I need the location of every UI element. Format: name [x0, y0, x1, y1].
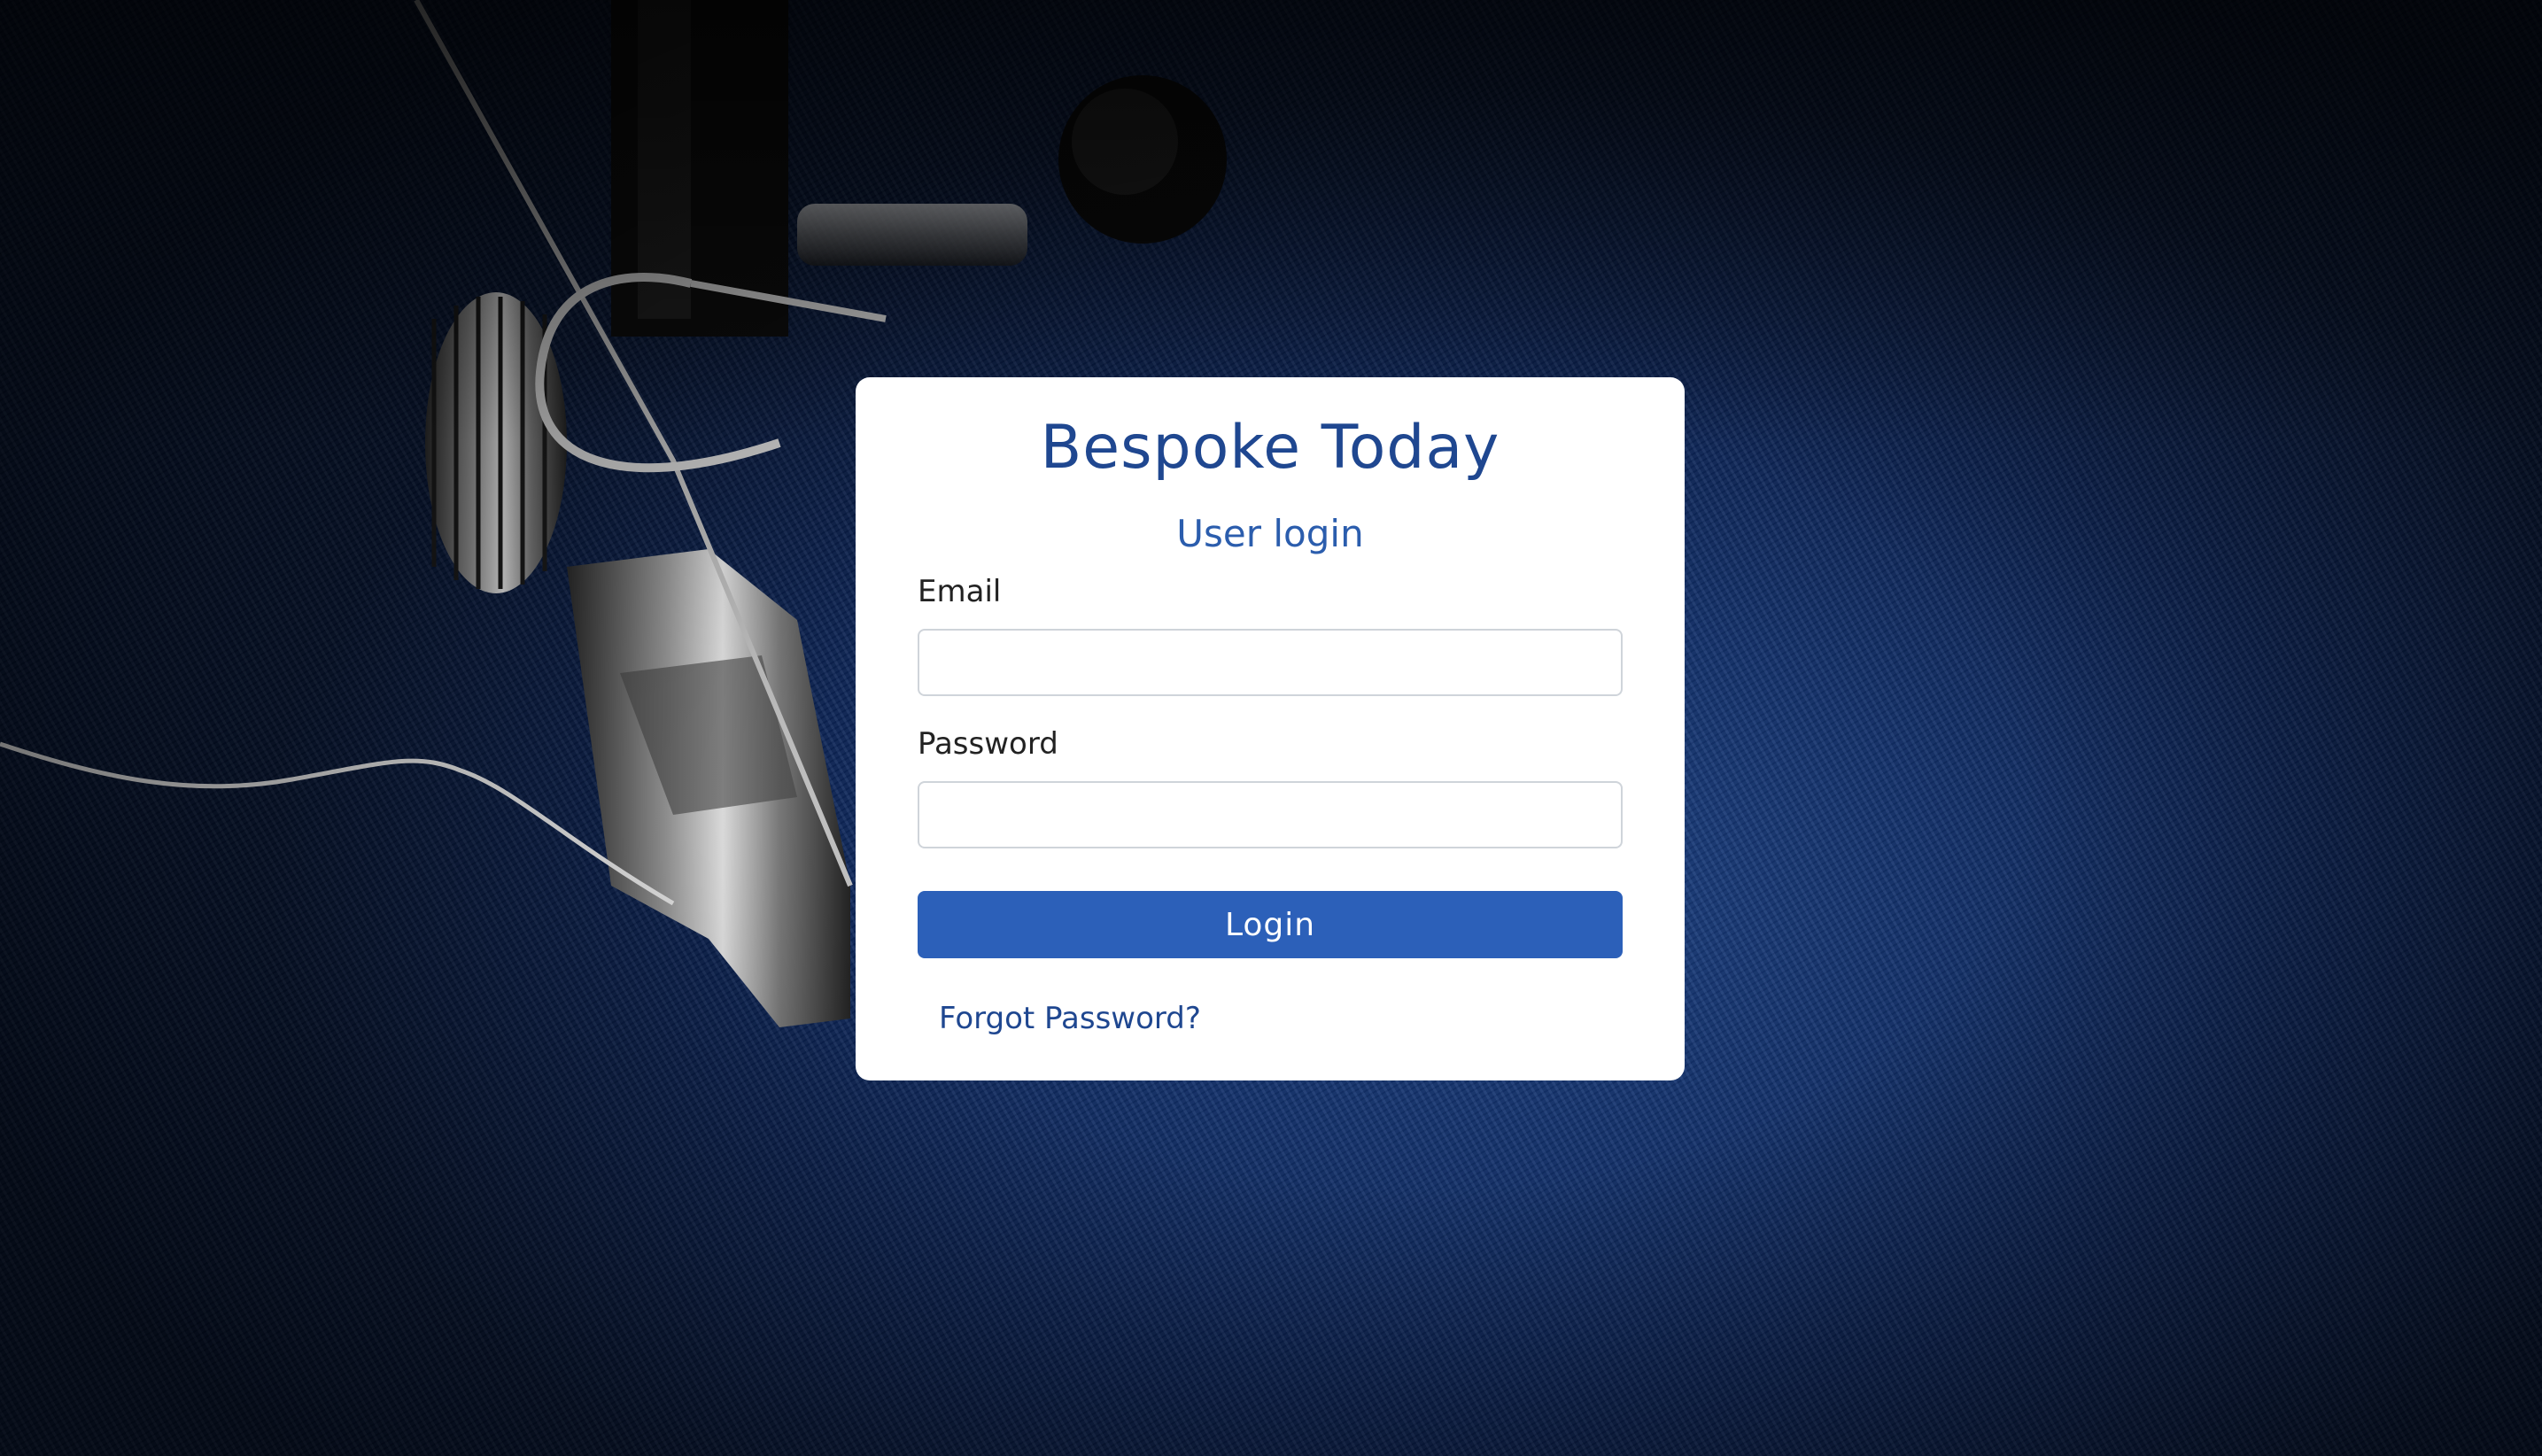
- email-field[interactable]: [918, 629, 1623, 696]
- forgot-password-link[interactable]: Forgot Password?: [939, 1001, 1201, 1036]
- login-card: Bespoke Today User login Email Password …: [856, 377, 1685, 1080]
- password-label: Password: [918, 726, 1058, 762]
- login-button[interactable]: Login: [918, 891, 1623, 958]
- password-field[interactable]: [918, 781, 1623, 848]
- brand-title: Bespoke Today: [1040, 413, 1500, 483]
- page-subtitle: User login: [1176, 512, 1364, 555]
- email-label: Email: [918, 574, 1002, 609]
